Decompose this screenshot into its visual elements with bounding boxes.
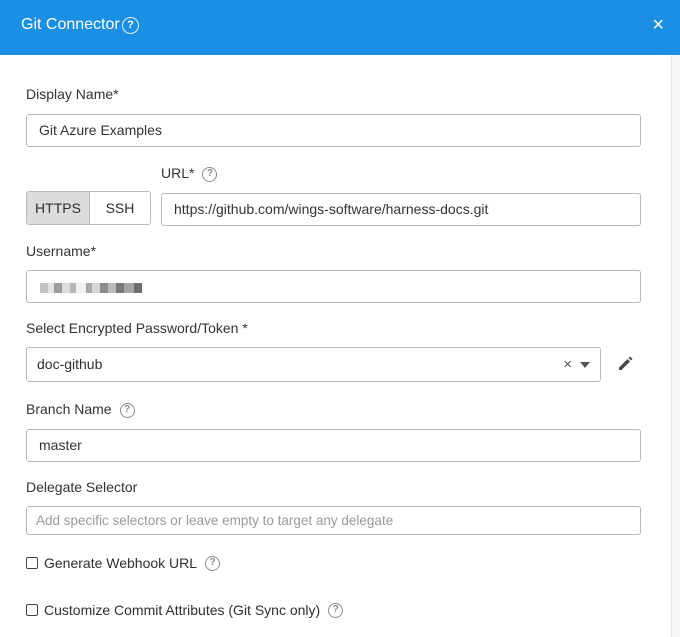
help-icon[interactable]: ? bbox=[119, 402, 135, 418]
url-label: URL* bbox=[161, 165, 195, 181]
password-value: doc-github bbox=[37, 356, 103, 372]
https-option[interactable]: HTTPS bbox=[27, 192, 90, 224]
commit-attrs-checkbox-row[interactable]: Customize Commit Attributes (Git Sync on… bbox=[26, 602, 344, 618]
dialog-header: Git Connector ? × bbox=[0, 0, 680, 55]
webhook-label: Generate Webhook URL bbox=[44, 555, 198, 571]
help-icon[interactable]: ? bbox=[328, 602, 344, 618]
url-label-row: URL*? bbox=[161, 165, 218, 182]
display-name-label: Display Name* bbox=[26, 86, 119, 102]
delegate-selector-input[interactable]: Add specific selectors or leave empty to… bbox=[26, 506, 641, 535]
help-icon[interactable]: ? bbox=[122, 17, 139, 34]
webhook-checkbox[interactable] bbox=[26, 557, 38, 569]
commit-attrs-label: Customize Commit Attributes (Git Sync on… bbox=[44, 602, 321, 618]
branch-input[interactable]: master bbox=[26, 429, 641, 462]
username-label: Username* bbox=[26, 243, 97, 259]
webhook-checkbox-row[interactable]: Generate Webhook URL ? bbox=[26, 555, 221, 571]
redacted-username bbox=[40, 283, 142, 293]
url-input[interactable]: https://github.com/wings-software/harnes… bbox=[161, 193, 641, 226]
delegate-label: Delegate Selector bbox=[26, 479, 138, 495]
dialog-title: Git Connector bbox=[21, 16, 120, 33]
commit-attrs-checkbox[interactable] bbox=[26, 604, 38, 616]
close-icon[interactable]: × bbox=[652, 15, 664, 35]
clear-icon[interactable]: × bbox=[563, 348, 572, 381]
password-select[interactable]: doc-github × bbox=[26, 347, 601, 382]
password-label: Select Encrypted Password/Token * bbox=[26, 320, 248, 336]
branch-label: Branch Name bbox=[26, 401, 112, 417]
pencil-icon[interactable] bbox=[616, 353, 636, 373]
display-name-input[interactable]: Git Azure Examples bbox=[26, 114, 641, 147]
scrollbar[interactable] bbox=[671, 55, 680, 637]
ssh-option[interactable]: SSH bbox=[90, 192, 150, 224]
help-icon[interactable]: ? bbox=[205, 555, 221, 571]
branch-label-row: Branch Name? bbox=[26, 401, 135, 418]
help-icon[interactable]: ? bbox=[202, 166, 218, 182]
chevron-down-icon[interactable] bbox=[580, 362, 590, 368]
protocol-toggle[interactable]: HTTPS SSH bbox=[26, 191, 151, 225]
